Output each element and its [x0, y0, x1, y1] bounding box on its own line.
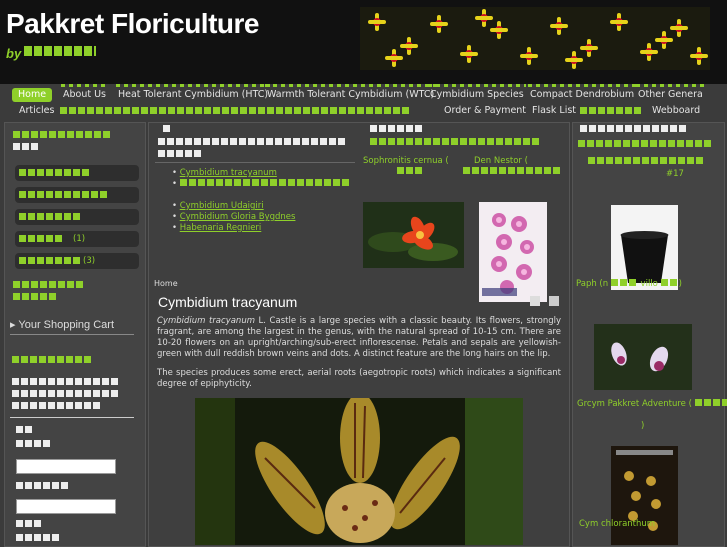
cymbidium-tracyanum-photo: [195, 398, 523, 545]
den-nestor-image: [479, 202, 547, 302]
recent-species-list: Cymbidium tracyanum Cymbidium Udaigiri C…: [172, 168, 351, 234]
sophronitis-image: [363, 202, 464, 268]
list-item: Habenaria Regnieri: [172, 223, 351, 234]
remember-label: [16, 534, 61, 542]
featured-caption-extra: [463, 167, 562, 175]
banner-flower: [460, 45, 478, 63]
remember-label: [16, 520, 43, 528]
new-arrivals-subheading: [578, 140, 713, 148]
featured-heading: [370, 138, 541, 146]
login-text: [12, 378, 120, 386]
grcym-photo[interactable]: [594, 324, 692, 390]
featured-caption[interactable]: Sophronitis cernua (: [363, 156, 449, 166]
nav-flask-list[interactable]: Flask List: [526, 104, 582, 118]
section-heading: [158, 150, 203, 158]
divider: [10, 334, 134, 335]
nav-home[interactable]: Home: [12, 88, 53, 102]
category-item[interactable]: (1): [15, 231, 139, 247]
banner-flower: [550, 17, 568, 35]
nav-wtc[interactable]: Warmth Tolerant Cymbidium (WTC): [261, 84, 440, 102]
nav-webboard[interactable]: Webboard: [646, 104, 706, 118]
zoom-icon[interactable]: [530, 296, 540, 306]
login-text: [12, 402, 102, 410]
category-count: (3): [83, 256, 96, 266]
sidebar-heading-2: [13, 143, 40, 151]
banner-flower: [565, 51, 583, 69]
category-item[interactable]: [15, 165, 139, 181]
category-item[interactable]: (3): [15, 253, 139, 269]
main-nav: Home About Us Heat Tolerant Cymbidium (H…: [0, 84, 727, 120]
byline-logo: [24, 46, 96, 56]
featured-heading: [370, 125, 424, 133]
featured-caption[interactable]: Den Nestor (: [474, 156, 528, 166]
sidebar-heading: [13, 131, 112, 139]
nav-compact-dendrobium[interactable]: Compact Dendrobium: [524, 84, 640, 102]
shopping-cart-link[interactable]: ▸ Your Shopping Cart: [10, 318, 114, 331]
divider: [10, 417, 134, 418]
new-arrivals-heading: [580, 125, 688, 133]
right-caption[interactable]: Grcym Pakkret Adventure (: [577, 399, 727, 409]
banner-flower: [430, 15, 448, 33]
nav-other-genera[interactable]: Other Genera: [632, 84, 709, 102]
divider: [155, 162, 355, 163]
grcym-image: [594, 324, 692, 390]
breadcrumb[interactable]: Home: [154, 279, 178, 288]
item-number: #17: [666, 169, 684, 179]
banner-flower: [520, 47, 538, 65]
right-caption[interactable]: Paph (n villo ): [576, 279, 682, 289]
nav-placeholder-row: [60, 107, 411, 115]
list-item: Cymbidium tracyanum: [172, 168, 351, 179]
nav-htc[interactable]: Heat Tolerant Cymbidium (HTC): [112, 84, 274, 102]
gallery-icon[interactable]: [549, 296, 559, 306]
category-item[interactable]: [15, 209, 139, 225]
cymbidium-tracyanum-image: [195, 398, 523, 545]
byline-label: by: [6, 46, 22, 61]
login-text: [12, 390, 120, 398]
login-heading: [12, 356, 93, 364]
username-input[interactable]: [16, 459, 116, 474]
category-count: (1): [73, 234, 86, 244]
banner-flower: [690, 47, 708, 65]
new-arrivals-subheading: [588, 157, 705, 165]
header-banner-image: [360, 7, 710, 70]
nav-articles[interactable]: Articles: [13, 104, 60, 118]
password-label: [16, 482, 70, 490]
description-paragraph-2: The species produces some erect, aerial …: [157, 368, 561, 389]
page-title: Cymbidium tracyanum: [158, 294, 298, 310]
nav-order-payment[interactable]: Order & Payment: [438, 104, 532, 118]
list-item: [172, 179, 351, 201]
sophronitis-photo[interactable]: [363, 202, 464, 268]
site-header: Pakkret Floriculture by: [0, 0, 727, 84]
chloranthum-image: [611, 446, 678, 545]
nav-about-us[interactable]: About Us: [57, 84, 112, 102]
banner-flower: [610, 13, 628, 31]
section-heading: [163, 125, 172, 133]
sidebar-subheading-2: [13, 293, 58, 301]
site-title[interactable]: Pakkret Floriculture: [6, 8, 259, 40]
sidebar-subheading: [13, 281, 85, 289]
password-input[interactable]: [16, 499, 116, 514]
right-caption[interactable]: Cym chloranthum: [579, 519, 655, 529]
banner-flower: [475, 9, 493, 27]
username-label: [16, 440, 52, 448]
username-label: [16, 426, 34, 434]
featured-caption-extra: [397, 167, 424, 175]
list-item: Cymbidium Udaigiri: [172, 201, 351, 212]
right-caption-tail: ): [641, 421, 645, 431]
section-heading: [158, 138, 347, 146]
flask-pot-photo[interactable]: [611, 205, 678, 290]
banner-flower: [385, 49, 403, 67]
banner-flower: [368, 13, 386, 31]
pot-image: [611, 205, 678, 290]
category-item[interactable]: [15, 187, 139, 203]
den-nestor-photo[interactable]: [479, 202, 547, 302]
nav-cymbidium-species[interactable]: Cymbidium Species: [424, 84, 530, 102]
banner-flower: [655, 31, 673, 49]
list-item: Cymbidium Gloria Bygdnes: [172, 212, 351, 223]
nav-placeholder-row-2: [580, 107, 643, 115]
cym-chloranthum-photo[interactable]: [611, 446, 678, 545]
description-paragraph: Cymbidium tracyanum L. Castle is a large…: [157, 316, 561, 359]
